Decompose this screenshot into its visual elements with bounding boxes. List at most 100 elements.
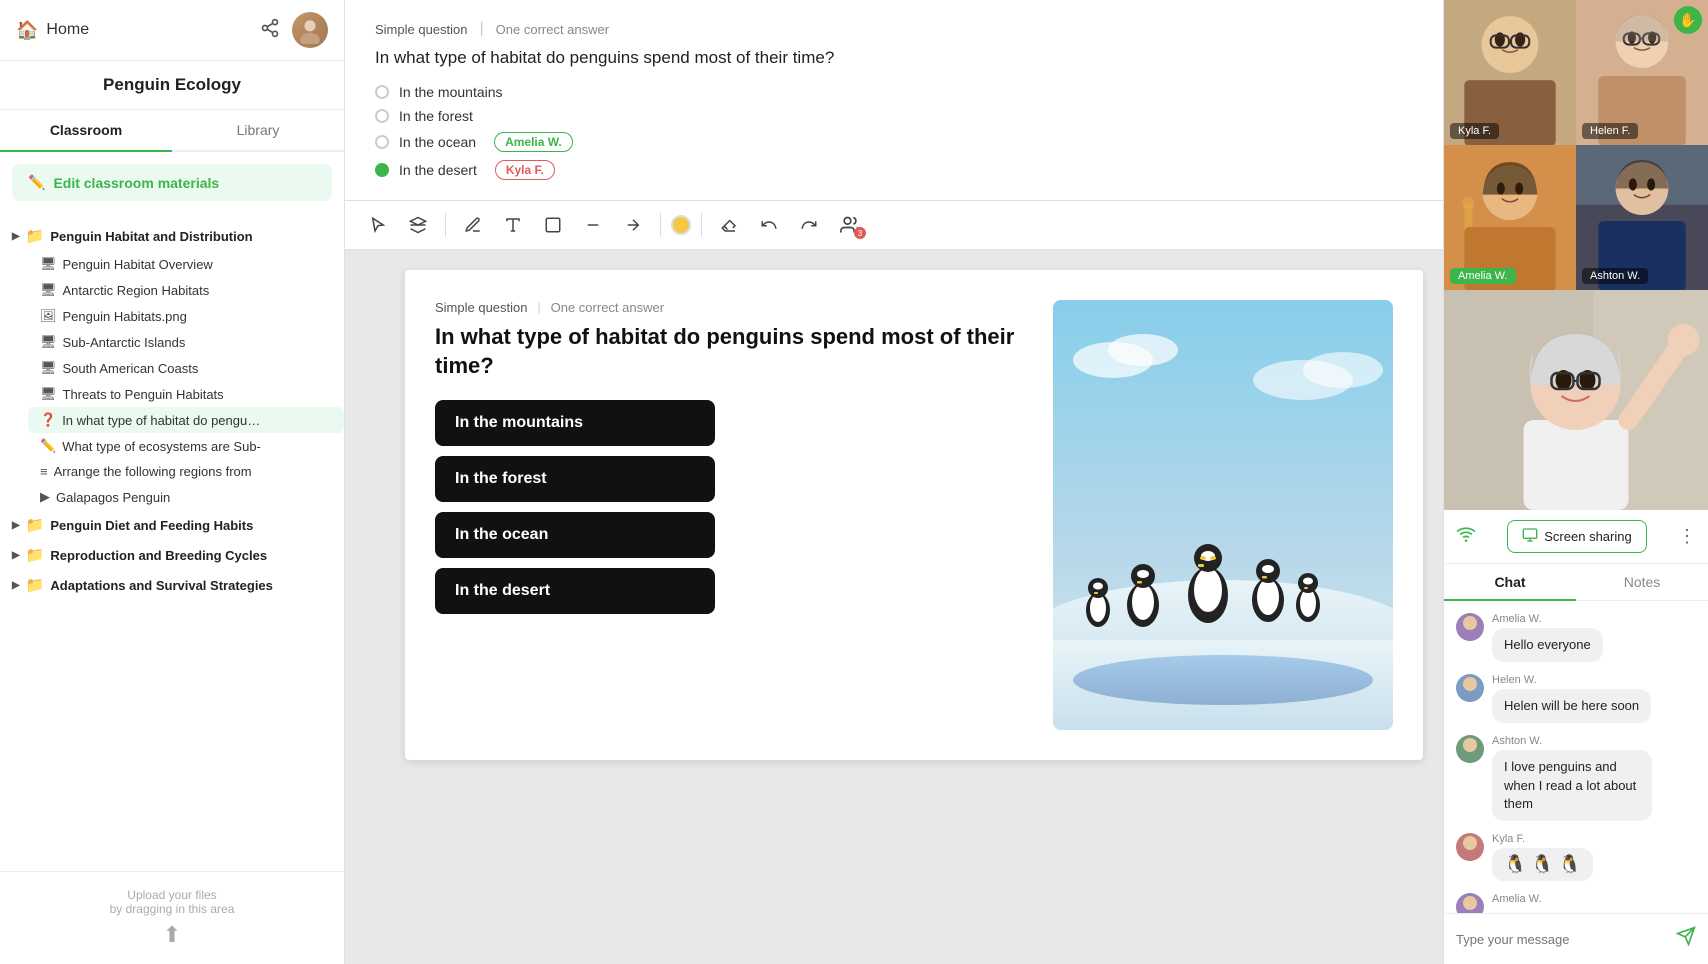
tab-library[interactable]: Library (172, 110, 344, 150)
tree-item-overview[interactable]: 🖥 Penguin Habitat Overview (28, 251, 344, 277)
question-meta: Simple question | One correct answer (375, 20, 1413, 38)
folder-icon: 📁 (26, 227, 45, 245)
radio-desert (375, 163, 389, 177)
monitor-icon: 🖥 (40, 334, 57, 350)
slide-answer-mountains[interactable]: In the mountains (435, 400, 715, 446)
answer-options: In the mountains In the forest In the oc… (375, 84, 1413, 180)
helen-avatar (1456, 674, 1484, 702)
main-content: Simple question | One correct answer In … (345, 0, 1443, 964)
kyla-sender: Kyla F. (1492, 833, 1593, 845)
slide-answer-forest[interactable]: In the forest (435, 456, 715, 502)
toolbar-divider2 (660, 213, 661, 237)
amelia-label: Amelia W. (1450, 268, 1516, 284)
tree-item-arrange[interactable]: ≡ Arrange the following regions from (28, 459, 344, 484)
folder-habitat[interactable]: ▶ 📁 Penguin Habitat and Distribution (0, 221, 344, 251)
tree-item-galapagos[interactable]: ▶ Galapagos Penguin (28, 484, 344, 510)
redo-button[interactable] (792, 210, 826, 240)
option-mountains[interactable]: In the mountains (375, 84, 1413, 100)
screen-sharing-label: Screen sharing (1544, 529, 1631, 544)
home-nav[interactable]: 🏠 Home (16, 20, 89, 41)
radio-mountains (375, 85, 389, 99)
folder-label: Adaptations and Survival Strategies (50, 578, 273, 593)
tree-item-threats[interactable]: 🖥 Threats to Penguin Habitats (28, 381, 344, 407)
slide-answer-desert[interactable]: In the desert (435, 568, 715, 614)
share-button[interactable] (260, 18, 280, 43)
ashton-avatar (1456, 735, 1484, 763)
tree-item-southamerican[interactable]: 🖥 South American Coasts (28, 355, 344, 381)
kyla-tag: Kyla F. (495, 160, 555, 180)
chat-input-area (1444, 913, 1708, 964)
slide-question-text: In what type of habitat do penguins spen… (435, 323, 1033, 380)
amelia-tag: Amelia W. (494, 132, 573, 152)
amelia-bubble2: Amelia W. (1492, 893, 1542, 908)
monitor-icon: 🖥 (40, 282, 57, 298)
amelia-avatar1 (1456, 613, 1484, 641)
image-icon: 🖼 (40, 308, 57, 324)
chat-message-4: Kyla F. 🐧 🐧 🐧 (1456, 833, 1696, 881)
message-input[interactable] (1456, 932, 1668, 947)
edit-materials-button[interactable]: ✏️ Edit classroom materials (12, 164, 332, 201)
play-icon: ▶ (40, 489, 50, 505)
amelia-text1: Hello everyone (1492, 628, 1603, 662)
slide-content: Simple question | One correct answer In … (405, 270, 1423, 944)
helen-label: Helen F. (1582, 123, 1638, 139)
sidebar-tree: ▶ 📁 Penguin Habitat and Distribution 🖥 P… (0, 213, 344, 871)
kyla-label: Kyla F. (1450, 123, 1499, 139)
tree-item-png[interactable]: 🖼 Penguin Habitats.png (28, 303, 344, 329)
chat-message-5: Amelia W. (1456, 893, 1696, 913)
folder-adaptations[interactable]: ▶ 📁 Adaptations and Survival Strategies (0, 570, 344, 600)
screen-sharing-button[interactable]: Screen sharing (1507, 520, 1646, 553)
folder-label: Penguin Habitat and Distribution (50, 229, 252, 244)
tab-chat[interactable]: Chat (1444, 564, 1576, 600)
line-tool[interactable] (576, 210, 610, 240)
list-icon: ≡ (40, 464, 48, 479)
cursor-tool[interactable] (361, 210, 395, 240)
slide-meta: Simple question | One correct answer (435, 300, 1033, 315)
radio-forest (375, 109, 389, 123)
tree-item-habitat-question[interactable]: ❓ In what type of habitat do penguins (28, 407, 344, 433)
option-ocean[interactable]: In the ocean Amelia W. (375, 132, 1413, 152)
slide-meta-sep: | (538, 300, 541, 315)
course-title: Penguin Ecology (0, 61, 344, 110)
tree-item-ecosystems[interactable]: ✏️ What type of ecosystems are Sub- (28, 433, 344, 459)
option-forest[interactable]: In the forest (375, 108, 1413, 124)
undo-button[interactable] (752, 210, 786, 240)
text-tool[interactable] (496, 210, 530, 240)
option-desert[interactable]: In the desert Kyla F. (375, 160, 1413, 180)
video-amelia: Amelia W. (1444, 145, 1576, 290)
chat-message-3: Ashton W. I love penguins and when I rea… (1456, 735, 1696, 821)
toolbar-divider3 (701, 213, 702, 237)
sidebar: 🏠 Home Penguin Ecology Classroom Library… (0, 0, 345, 964)
people-tool[interactable]: 3 (832, 209, 868, 241)
folder-reproduction[interactable]: ▶ 📁 Reproduction and Breeding Cycles (0, 540, 344, 570)
color-picker[interactable] (671, 215, 691, 235)
eraser-tool[interactable] (712, 210, 746, 240)
tab-classroom[interactable]: Classroom (0, 110, 172, 150)
wifi-icon (1456, 524, 1476, 549)
arrow-tool[interactable] (616, 210, 650, 240)
folder-diet[interactable]: ▶ 📁 Penguin Diet and Feeding Habits (0, 510, 344, 540)
monitor-icon: 🖥 (40, 360, 57, 376)
pen-tool[interactable] (456, 210, 490, 240)
slide-gutter (365, 270, 405, 944)
user-avatar[interactable] (292, 12, 328, 48)
upload-area[interactable]: Upload your files by dragging in this ar… (0, 871, 344, 964)
kyla-bubble: Kyla F. 🐧 🐧 🐧 (1492, 833, 1593, 881)
option-desert-label: In the desert (399, 162, 477, 178)
slide-answer-type: One correct answer (551, 300, 664, 315)
slide-answer-ocean[interactable]: In the ocean (435, 512, 715, 558)
send-button[interactable] (1676, 926, 1696, 952)
more-options-button[interactable]: ⋮ (1678, 526, 1696, 547)
amelia-bubble1: Amelia W. Hello everyone (1492, 613, 1603, 662)
tab-notes[interactable]: Notes (1576, 564, 1708, 600)
tree-item-antarctic[interactable]: 🖥 Antarctic Region Habitats (28, 277, 344, 303)
option-ocean-label: In the ocean (399, 134, 476, 150)
rect-tool[interactable] (536, 210, 570, 240)
tree-item-subantarctic[interactable]: 🖥 Sub-Antarctic Islands (28, 329, 344, 355)
folder-icon: 📁 (26, 576, 45, 594)
folder-icon: 📁 (26, 516, 45, 534)
ashton-label: Ashton W. (1582, 268, 1648, 284)
highlight-tool[interactable] (401, 210, 435, 240)
helen-sender: Helen W. (1492, 674, 1651, 686)
sidebar-tabs: Classroom Library (0, 110, 344, 152)
